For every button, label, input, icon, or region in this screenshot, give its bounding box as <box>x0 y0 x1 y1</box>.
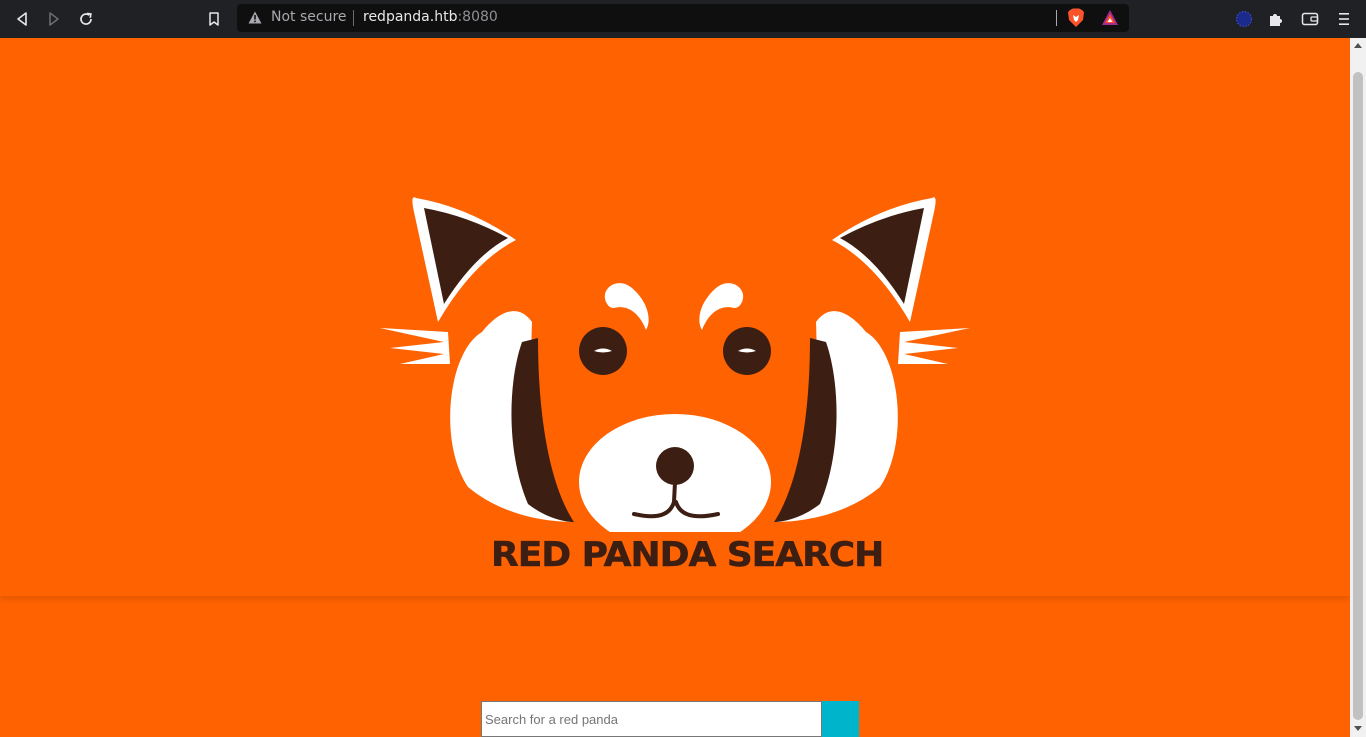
back-icon <box>17 12 27 26</box>
right-whiskers <box>898 328 970 364</box>
scroll-down-arrow[interactable] <box>1354 726 1362 731</box>
title-word-search: SEARCH <box>726 535 885 576</box>
page-content: RED PANDA SEARCH <box>0 38 1350 737</box>
brand-title: RED PANDA SEARCH <box>491 535 885 576</box>
url-host: redpanda.htb <box>363 9 458 25</box>
brave-rewards-icon[interactable] <box>1101 9 1119 27</box>
browser-toolbar: Not secure redpanda.htb:8080 <box>0 0 1366 38</box>
title-word-panda: PANDA <box>581 535 716 576</box>
scroll-thumb[interactable] <box>1353 72 1363 720</box>
extensions-button[interactable] <box>1264 7 1288 31</box>
bookmark-button[interactable] <box>202 7 226 31</box>
scroll-up-arrow[interactable] <box>1354 43 1362 48</box>
search-input[interactable] <box>481 701 822 737</box>
page-scrollbar[interactable] <box>1350 38 1366 737</box>
red-panda-logo <box>380 197 970 532</box>
url-text[interactable]: redpanda.htb:8080 <box>363 9 498 25</box>
search-form <box>481 701 859 737</box>
menu-icon <box>1339 13 1349 25</box>
address-bar[interactable]: Not secure redpanda.htb:8080 <box>237 4 1129 32</box>
security-label[interactable]: Not secure <box>271 9 347 25</box>
left-whiskers <box>380 328 450 364</box>
reload-icon <box>80 12 92 25</box>
bookmark-icon <box>209 12 219 26</box>
vpn-icon <box>1235 10 1253 28</box>
wallet-button[interactable] <box>1298 7 1322 31</box>
hero-header: RED PANDA SEARCH <box>0 38 1350 596</box>
forward-button[interactable] <box>42 7 66 31</box>
warning-icon <box>248 11 262 24</box>
extensions-icon <box>1270 14 1282 26</box>
url-divider <box>353 10 354 26</box>
title-word-red: RED <box>491 535 572 576</box>
back-button[interactable] <box>10 7 34 31</box>
menu-button[interactable] <box>1332 7 1356 31</box>
url-port: :8080 <box>457 9 498 25</box>
wallet-icon <box>1301 12 1319 26</box>
forward-icon <box>49 12 59 26</box>
brave-shields-icon[interactable] <box>1067 8 1085 28</box>
reload-button[interactable] <box>74 7 98 31</box>
vpn-button[interactable] <box>1232 7 1256 31</box>
search-button[interactable] <box>822 701 859 737</box>
nose <box>656 447 694 485</box>
url-divider-right <box>1056 10 1057 26</box>
